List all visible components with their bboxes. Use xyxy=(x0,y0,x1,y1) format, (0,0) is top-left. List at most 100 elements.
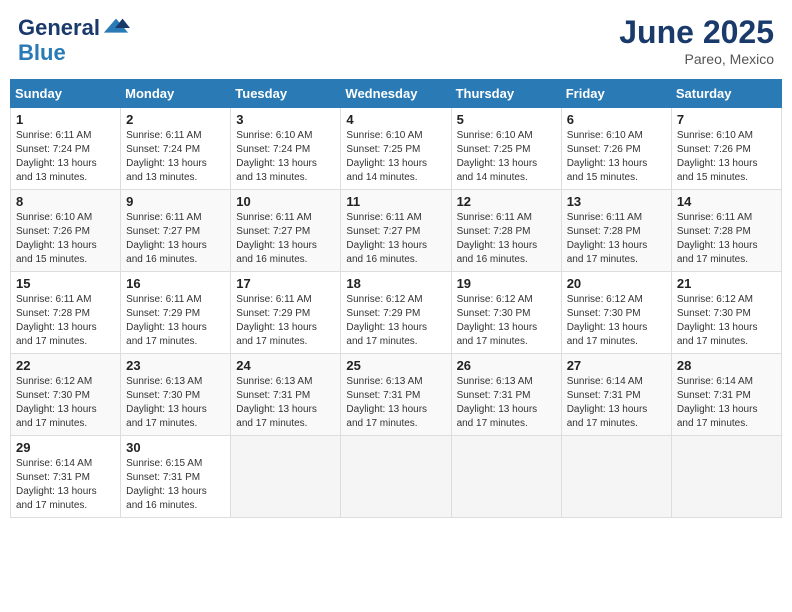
calendar-cell: 20 Sunrise: 6:12 AMSunset: 7:30 PMDayligh… xyxy=(561,272,671,354)
logo-icon xyxy=(102,14,130,42)
calendar-cell: 17 Sunrise: 6:11 AMSunset: 7:29 PMDayligh… xyxy=(231,272,341,354)
calendar-cell: 14 Sunrise: 6:11 AMSunset: 7:28 PMDayligh… xyxy=(671,190,781,272)
day-number: 24 xyxy=(236,358,335,373)
day-number: 4 xyxy=(346,112,445,127)
cell-info: Sunrise: 6:10 AMSunset: 7:24 PMDaylight:… xyxy=(236,129,335,185)
calendar-cell xyxy=(451,436,561,518)
calendar-cell: 4 Sunrise: 6:10 AMSunset: 7:25 PMDaylight… xyxy=(341,108,451,190)
weekday-header: Monday xyxy=(121,80,231,108)
calendar-cell: 24 Sunrise: 6:13 AMSunset: 7:31 PMDayligh… xyxy=(231,354,341,436)
calendar-cell: 30Sunrise: 6:15 AMSunset: 7:31 PMDayligh… xyxy=(121,436,231,518)
day-number: 20 xyxy=(567,276,666,291)
calendar-table: SundayMondayTuesdayWednesdayThursdayFrid… xyxy=(10,79,782,518)
day-number: 12 xyxy=(457,194,556,209)
day-number: 16 xyxy=(126,276,225,291)
calendar-week-row: 29 Sunrise: 6:14 AMSunset: 7:31 PMDayligh… xyxy=(11,436,782,518)
calendar-cell: 3 Sunrise: 6:10 AMSunset: 7:24 PMDaylight… xyxy=(231,108,341,190)
day-number: 1 xyxy=(16,112,115,127)
day-number: 23 xyxy=(126,358,225,373)
location-subtitle: Pareo, Mexico xyxy=(619,51,774,67)
cell-info: Sunrise: 6:10 AMSunset: 7:25 PMDaylight:… xyxy=(457,129,556,185)
title-block: June 2025 Pareo, Mexico xyxy=(619,14,774,67)
day-number: 15 xyxy=(16,276,115,291)
day-number: 29 xyxy=(16,440,115,455)
calendar-cell: 23Sunrise: 6:13 AMSunset: 7:30 PMDayligh… xyxy=(121,354,231,436)
calendar-week-row: 15Sunrise: 6:11 AMSunset: 7:28 PMDayligh… xyxy=(11,272,782,354)
calendar-cell xyxy=(671,436,781,518)
cell-info: Sunrise: 6:12 AMSunset: 7:30 PMDaylight:… xyxy=(677,293,776,349)
cell-info: Sunrise: 6:12 AMSunset: 7:29 PMDaylight:… xyxy=(346,293,445,349)
cell-info: Sunrise: 6:11 AMSunset: 7:24 PMDaylight:… xyxy=(126,129,225,185)
calendar-cell: 12 Sunrise: 6:11 AMSunset: 7:28 PMDayligh… xyxy=(451,190,561,272)
cell-info: Sunrise: 6:12 AMSunset: 7:30 PMDaylight:… xyxy=(16,375,115,431)
calendar-cell: 19Sunrise: 6:12 AMSunset: 7:30 PMDayligh… xyxy=(451,272,561,354)
month-title: June 2025 xyxy=(619,14,774,51)
cell-info: Sunrise: 6:11 AMSunset: 7:28 PMDaylight:… xyxy=(567,211,666,267)
cell-info: Sunrise: 6:11 AMSunset: 7:28 PMDaylight:… xyxy=(457,211,556,267)
day-number: 27 xyxy=(567,358,666,373)
day-number: 7 xyxy=(677,112,776,127)
calendar-cell: 1 Sunrise: 6:11 AMSunset: 7:24 PMDaylight… xyxy=(11,108,121,190)
cell-info: Sunrise: 6:10 AMSunset: 7:26 PMDaylight:… xyxy=(677,129,776,185)
calendar-cell: 9 Sunrise: 6:11 AMSunset: 7:27 PMDaylight… xyxy=(121,190,231,272)
cell-info: Sunrise: 6:11 AMSunset: 7:27 PMDaylight:… xyxy=(236,211,335,267)
calendar-cell: 28 Sunrise: 6:14 AMSunset: 7:31 PMDayligh… xyxy=(671,354,781,436)
calendar-cell xyxy=(561,436,671,518)
calendar-cell: 11 Sunrise: 6:11 AMSunset: 7:27 PMDayligh… xyxy=(341,190,451,272)
cell-info: Sunrise: 6:11 AMSunset: 7:28 PMDaylight:… xyxy=(677,211,776,267)
calendar-cell: 8Sunrise: 6:10 AMSunset: 7:26 PMDaylight… xyxy=(11,190,121,272)
cell-info: Sunrise: 6:11 AMSunset: 7:29 PMDaylight:… xyxy=(236,293,335,349)
cell-info: Sunrise: 6:12 AMSunset: 7:30 PMDaylight:… xyxy=(567,293,666,349)
cell-info: Sunrise: 6:13 AMSunset: 7:31 PMDaylight:… xyxy=(236,375,335,431)
calendar-cell xyxy=(231,436,341,518)
weekday-header: Tuesday xyxy=(231,80,341,108)
cell-info: Sunrise: 6:10 AMSunset: 7:25 PMDaylight:… xyxy=(346,129,445,185)
page-header: General Blue June 2025 Pareo, Mexico xyxy=(10,10,782,71)
calendar-cell xyxy=(341,436,451,518)
calendar-week-row: 22Sunrise: 6:12 AMSunset: 7:30 PMDayligh… xyxy=(11,354,782,436)
weekday-header: Sunday xyxy=(11,80,121,108)
day-number: 14 xyxy=(677,194,776,209)
day-number: 6 xyxy=(567,112,666,127)
day-number: 3 xyxy=(236,112,335,127)
calendar-cell: 29 Sunrise: 6:14 AMSunset: 7:31 PMDayligh… xyxy=(11,436,121,518)
weekday-header: Wednesday xyxy=(341,80,451,108)
calendar-cell: 16Sunrise: 6:11 AMSunset: 7:29 PMDayligh… xyxy=(121,272,231,354)
day-number: 10 xyxy=(236,194,335,209)
cell-info: Sunrise: 6:10 AMSunset: 7:26 PMDaylight:… xyxy=(567,129,666,185)
logo: General Blue xyxy=(18,14,130,64)
calendar-cell: 27 Sunrise: 6:14 AMSunset: 7:31 PMDayligh… xyxy=(561,354,671,436)
cell-info: Sunrise: 6:13 AMSunset: 7:31 PMDaylight:… xyxy=(457,375,556,431)
cell-info: Sunrise: 6:14 AMSunset: 7:31 PMDaylight:… xyxy=(16,457,115,513)
day-number: 9 xyxy=(126,194,225,209)
day-number: 26 xyxy=(457,358,556,373)
day-number: 18 xyxy=(346,276,445,291)
day-number: 28 xyxy=(677,358,776,373)
cell-info: Sunrise: 6:14 AMSunset: 7:31 PMDaylight:… xyxy=(677,375,776,431)
weekday-header: Friday xyxy=(561,80,671,108)
day-number: 5 xyxy=(457,112,556,127)
cell-info: Sunrise: 6:11 AMSunset: 7:24 PMDaylight:… xyxy=(16,129,115,185)
day-number: 17 xyxy=(236,276,335,291)
calendar-cell: 6 Sunrise: 6:10 AMSunset: 7:26 PMDaylight… xyxy=(561,108,671,190)
cell-info: Sunrise: 6:11 AMSunset: 7:27 PMDaylight:… xyxy=(346,211,445,267)
cell-info: Sunrise: 6:11 AMSunset: 7:27 PMDaylight:… xyxy=(126,211,225,267)
weekday-header: Saturday xyxy=(671,80,781,108)
day-number: 21 xyxy=(677,276,776,291)
cell-info: Sunrise: 6:14 AMSunset: 7:31 PMDaylight:… xyxy=(567,375,666,431)
calendar-cell: 13 Sunrise: 6:11 AMSunset: 7:28 PMDayligh… xyxy=(561,190,671,272)
logo-general: General xyxy=(18,17,100,39)
calendar-cell: 18 Sunrise: 6:12 AMSunset: 7:29 PMDayligh… xyxy=(341,272,451,354)
day-number: 11 xyxy=(346,194,445,209)
calendar-cell: 5 Sunrise: 6:10 AMSunset: 7:25 PMDaylight… xyxy=(451,108,561,190)
calendar-cell: 15Sunrise: 6:11 AMSunset: 7:28 PMDayligh… xyxy=(11,272,121,354)
day-number: 2 xyxy=(126,112,225,127)
cell-info: Sunrise: 6:13 AMSunset: 7:31 PMDaylight:… xyxy=(346,375,445,431)
calendar-cell: 2 Sunrise: 6:11 AMSunset: 7:24 PMDaylight… xyxy=(121,108,231,190)
cell-info: Sunrise: 6:15 AMSunset: 7:31 PMDaylight:… xyxy=(126,457,225,513)
cell-info: Sunrise: 6:12 AMSunset: 7:30 PMDaylight:… xyxy=(457,293,556,349)
calendar-header-row: SundayMondayTuesdayWednesdayThursdayFrid… xyxy=(11,80,782,108)
day-number: 13 xyxy=(567,194,666,209)
cell-info: Sunrise: 6:10 AMSunset: 7:26 PMDaylight:… xyxy=(16,211,115,267)
calendar-week-row: 8Sunrise: 6:10 AMSunset: 7:26 PMDaylight… xyxy=(11,190,782,272)
